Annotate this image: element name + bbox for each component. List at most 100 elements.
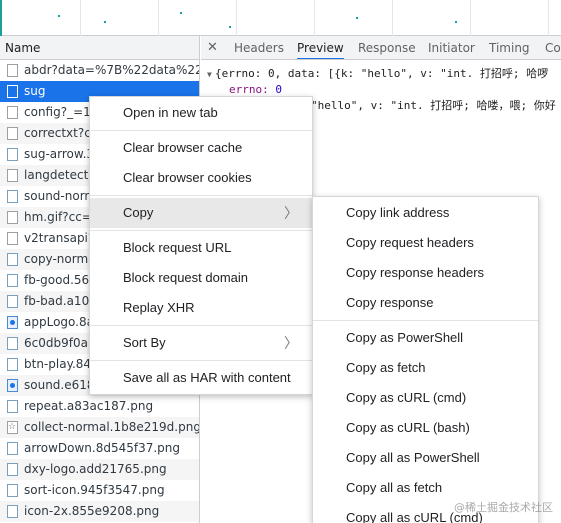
image-file-icon: [7, 400, 18, 413]
preview-errno-key: errno: [229, 83, 263, 96]
request-name: repeat.a83ac187.png: [24, 399, 154, 413]
image-file-icon: [7, 274, 18, 287]
tab-response[interactable]: Response: [358, 36, 416, 59]
menu-separator: [90, 195, 312, 196]
request-row[interactable]: abdr?data=%7B%22data%22%: [0, 60, 199, 81]
request-name: langdetect: [24, 168, 89, 182]
file-icon: [7, 127, 18, 140]
overview-gridline: [80, 0, 81, 36]
menu-separator: [90, 130, 312, 131]
request-row[interactable]: arrowDown.8d545f37.png: [0, 438, 199, 459]
image-file-icon: [7, 190, 18, 203]
file-icon: [7, 106, 18, 119]
expand-triangle-icon[interactable]: ▼: [207, 67, 215, 83]
name-column-header[interactable]: Name: [0, 36, 199, 60]
tab-headers[interactable]: Headers: [234, 36, 284, 59]
menu-item-label: Copy all as fetch: [346, 480, 443, 495]
menu-item-label: Copy: [123, 205, 154, 220]
menu-item-sort-by[interactable]: Sort By 〉: [90, 328, 312, 358]
overview-request-mark: [229, 26, 231, 28]
menu-item-label: Replay XHR: [123, 300, 195, 315]
app-logo-icon: [7, 316, 18, 329]
overview-gridline: [392, 0, 393, 36]
request-row[interactable]: dxy-logo.add21765.png: [0, 459, 199, 480]
overview-request-mark: [104, 21, 106, 23]
overview-request-mark: [455, 21, 457, 23]
request-name: fb-good.564: [24, 273, 97, 287]
menu-item-label: Block request URL: [123, 240, 232, 255]
menu-item-label: Copy response: [346, 295, 434, 310]
request-name: correctxt?ca: [24, 126, 99, 140]
request-row[interactable]: icon-2x.855e9208.png: [0, 501, 199, 522]
request-row[interactable]: repeat.a83ac187.png: [0, 396, 199, 417]
request-name: collect-normal.1b8e219d.png: [24, 420, 199, 434]
overview-gridline: [470, 0, 471, 36]
chevron-right-icon: 〉: [284, 205, 298, 221]
menu-item-copy-response[interactable]: Copy response: [313, 288, 538, 318]
menu-item-label: Copy as cURL (cmd): [346, 390, 467, 405]
request-row[interactable]: sort-icon.945f3547.png: [0, 480, 199, 501]
image-file-icon: [7, 463, 18, 476]
request-name: copy-norma: [24, 252, 96, 266]
file-icon: [7, 211, 18, 224]
request-context-menu: Open in new tab Clear browser cache Clear …: [89, 96, 313, 395]
menu-item-label: Copy response headers: [346, 265, 485, 280]
menu-item-save-all-as-har-with-content[interactable]: Save all as HAR with content: [90, 363, 312, 393]
menu-item-label: Clear browser cookies: [123, 170, 252, 185]
request-name: btn-play.843: [24, 357, 99, 371]
menu-item-copy-as-curl-cmd[interactable]: Copy as cURL (cmd): [313, 383, 538, 413]
menu-item-label: Copy as fetch: [346, 360, 426, 375]
image-file-icon: [7, 295, 18, 308]
menu-item-label: Copy as cURL (bash): [346, 420, 470, 435]
menu-item-copy-all-as-powershell[interactable]: Copy all as PowerShell: [313, 443, 538, 473]
close-icon[interactable]: ✕: [207, 36, 218, 59]
request-name: arrowDown.8d545f37.png: [24, 441, 181, 455]
image-file-icon: [7, 358, 18, 371]
menu-item-replay-xhr[interactable]: Replay XHR: [90, 293, 312, 323]
menu-item-label: Copy all as PowerShell: [346, 450, 480, 465]
tab-preview[interactable]: Preview: [297, 36, 344, 59]
menu-item-label: Sort By: [123, 335, 166, 350]
menu-item-block-request-domain[interactable]: Block request domain: [90, 263, 312, 293]
menu-separator: [90, 230, 312, 231]
file-icon: [7, 232, 18, 245]
menu-item-clear-browser-cache[interactable]: Clear browser cache: [90, 133, 312, 163]
request-name: sound-norm: [24, 189, 97, 203]
image-file-icon: [7, 253, 18, 266]
menu-item-clear-browser-cookies[interactable]: Clear browser cookies: [90, 163, 312, 193]
overview-gridline: [236, 0, 237, 36]
menu-item-label: Save all as HAR with content: [123, 370, 291, 385]
menu-separator: [90, 360, 312, 361]
menu-item-copy-response-headers[interactable]: Copy response headers: [313, 258, 538, 288]
menu-item-copy-as-powershell[interactable]: Copy as PowerShell: [313, 323, 538, 353]
tab-cookies[interactable]: Coo: [545, 36, 561, 59]
menu-item-copy-link-address[interactable]: Copy link address: [313, 198, 538, 228]
image-file-icon: [7, 337, 18, 350]
preview-root-line[interactable]: ▼ {errno: 0, data: [{k: "hello", v: "int.…: [207, 66, 555, 82]
request-name: icon-2x.855e9208.png: [24, 504, 160, 518]
chevron-right-icon: 〉: [284, 335, 298, 351]
details-tabs: ✕ Headers Preview Response Initiator Tim…: [201, 36, 561, 60]
overview-gridline: [548, 0, 549, 36]
network-overview[interactable]: [0, 0, 561, 36]
file-icon: [7, 64, 18, 77]
menu-item-block-request-url[interactable]: Block request URL: [90, 233, 312, 263]
menu-item-copy-as-fetch[interactable]: Copy as fetch: [313, 353, 538, 383]
menu-item-copy-request-headers[interactable]: Copy request headers: [313, 228, 538, 258]
overview-request-mark: [58, 15, 60, 17]
menu-item-copy[interactable]: Copy 〉: [90, 198, 312, 228]
request-name: abdr?data=%7B%22data%22%: [24, 63, 199, 77]
menu-item-label: Clear browser cache: [123, 140, 243, 155]
menu-item-open-in-new-tab[interactable]: Open in new tab: [90, 98, 312, 128]
overview-timeline-marker: [0, 0, 2, 36]
menu-item-label: Copy request headers: [346, 235, 474, 250]
request-row[interactable]: collect-normal.1b8e219d.png: [0, 417, 199, 438]
image-file-icon: [7, 442, 18, 455]
menu-item-label: Copy as PowerShell: [346, 330, 464, 345]
menu-item-copy-as-curl-bash[interactable]: Copy as cURL (bash): [313, 413, 538, 443]
tab-initiator[interactable]: Initiator: [428, 36, 475, 59]
preview-root-text: {errno: 0, data: [{k: "hello", v: "int. …: [215, 67, 549, 80]
tab-timing[interactable]: Timing: [489, 36, 530, 59]
menu-item-label: Copy link address: [346, 205, 450, 220]
menu-item-label: Open in new tab: [123, 105, 218, 120]
